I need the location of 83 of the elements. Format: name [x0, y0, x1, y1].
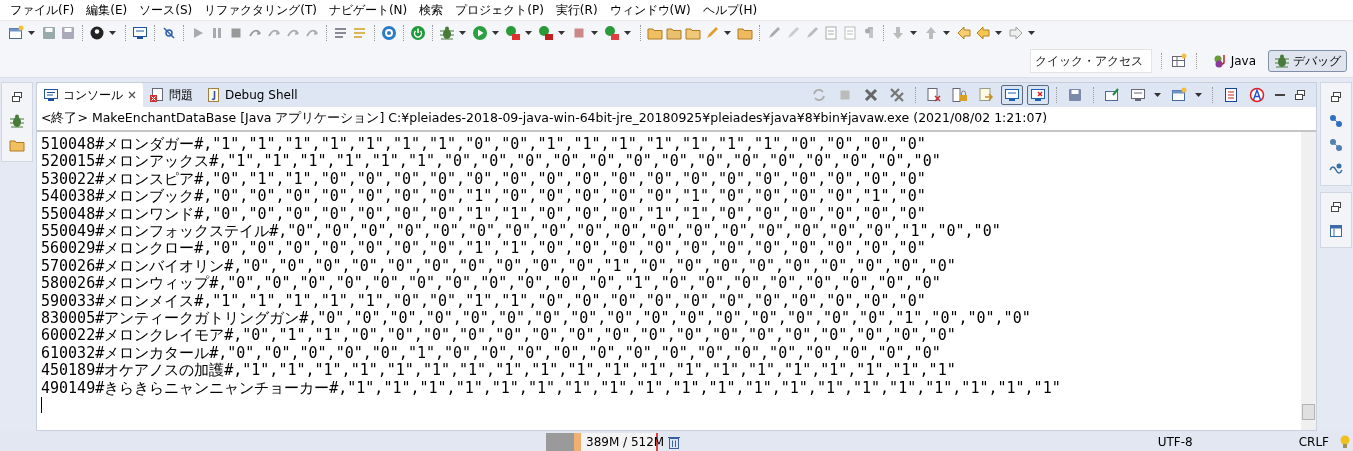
menu-item[interactable]: 検索	[413, 1, 450, 19]
perspective-button[interactable]: Java	[1205, 50, 1262, 72]
caret-icon[interactable]	[492, 31, 499, 35]
menu-item[interactable]: リファクタリング(T)	[198, 1, 323, 19]
power-icon[interactable]	[410, 25, 426, 41]
quick-access-field[interactable]: クイック・アクセス	[1029, 49, 1152, 73]
caret-icon[interactable]	[724, 31, 731, 35]
console-description: <終了> MakeEnchantDataBase [Java アプリケーション] C:¥pleiades-2018-09-java-win-64bit-jre_20180925¥pleiades¥java¥8¥bin¥javaw.exe (2021/08/02 1:21:07)	[37, 107, 1316, 132]
bug-icon[interactable]	[439, 25, 455, 41]
caret-icon[interactable]	[28, 31, 35, 35]
bug-icon	[1274, 53, 1290, 69]
caret-icon[interactable]	[943, 31, 950, 35]
encoding-label: UTF-8	[1157, 435, 1193, 449]
menu-item[interactable]: ヘルプ(H)	[696, 1, 764, 19]
menu-item[interactable]: ソース(S)	[133, 1, 199, 19]
caret-icon[interactable]	[459, 31, 466, 35]
caret-icon[interactable]	[1028, 31, 1035, 35]
caret-icon[interactable]	[624, 31, 631, 35]
view-tab[interactable]: コンソール	[37, 83, 143, 107]
view-tab[interactable]: Debug Shell	[199, 83, 304, 107]
save-icon[interactable]	[41, 25, 57, 41]
menu-item[interactable]: プロジェクト(P)	[449, 1, 550, 19]
menu-item[interactable]: ナビゲート(N)	[322, 1, 414, 19]
scroll-thumb[interactable]	[1302, 404, 1315, 420]
variables-icon[interactable]	[1328, 113, 1344, 129]
view-tab[interactable]: 問題	[143, 83, 199, 107]
console-line: 600022#メロンクレイモア#,"0","1","1","0","0","0","0","0","0","0","0","0","0","0","0","0","0","0","0","0"	[41, 327, 957, 345]
j-document-icon	[205, 87, 221, 103]
line-delimiter-label: CRLF	[1298, 435, 1329, 449]
back-star-icon[interactable]	[956, 25, 972, 41]
restore-icon[interactable]	[1328, 199, 1344, 215]
menu-item[interactable]: ファイル(F)	[4, 1, 81, 19]
console-line: 520015#メロンアックス#,"1","1","1","1","1","1","0","0","0","0","0","0","0","0","0","0","0","0","0","0"	[41, 153, 942, 171]
trash-icon[interactable]	[666, 434, 682, 450]
console-line: 450189#オケアノスの加護#,"1","1","1","1","1","1","1","1","1","1","1","1","1","1","1","1","1","1","1","1"	[41, 362, 957, 380]
caret-icon[interactable]	[1195, 93, 1202, 97]
document-error-icon	[149, 87, 165, 103]
bug-icon[interactable]	[9, 113, 25, 129]
expressions-icon[interactable]	[1328, 161, 1344, 177]
gear-icon[interactable]	[381, 25, 397, 41]
console-line: 580026#メロンウィップ#,"0","0","0","0","0","0","0","0","0","0","0","1","0","0","0","0","0","0","0","0"	[41, 275, 942, 293]
caret-icon[interactable]	[995, 31, 1002, 35]
perspective-button[interactable]: デバッグ	[1268, 50, 1347, 72]
vertical-scrollbar[interactable]	[1301, 132, 1316, 430]
menu-item[interactable]: ウィンドウ(W)	[603, 1, 697, 19]
folder-icon[interactable]	[685, 25, 701, 41]
console-line: 530022#メロンスピア#,"0","1","1","0","0","0","0","0","0","0","0","0","0","0","0","0","0","0","0","0"	[41, 170, 927, 188]
folder-icon[interactable]	[9, 137, 25, 153]
user-icon[interactable]	[89, 25, 105, 41]
caret-icon[interactable]	[910, 31, 917, 35]
caret-icon[interactable]	[1154, 93, 1161, 97]
monitor-icon	[43, 87, 59, 103]
close-icon[interactable]	[127, 90, 137, 100]
text-cursor	[41, 397, 42, 414]
restore-icon[interactable]	[9, 89, 25, 105]
menu-item[interactable]: 実行(R)	[549, 1, 604, 19]
maximize-icon[interactable]	[1292, 87, 1308, 103]
restore-icon[interactable]	[1328, 89, 1344, 105]
caret-icon[interactable]	[558, 31, 565, 35]
caret-icon[interactable]	[525, 31, 532, 35]
console-line: 830005#アンティークガトリングガン#,"0","0","0","0","0","0","0","0","0","0","0","0","0","0","0","0","1","0","0","0"	[41, 310, 1032, 328]
console-line: 560029#メロンクロー#,"0","0","0","0","0","0","0","1","1","0","0","0","0","0","0","0","0","0","0","0"	[41, 240, 927, 258]
menu-item[interactable]: 編集(E)	[80, 1, 134, 19]
folder-icon[interactable]	[666, 25, 682, 41]
breakpoints-icon[interactable]	[1328, 137, 1344, 153]
caret-icon[interactable]	[109, 31, 116, 35]
lines-icon[interactable]	[333, 25, 349, 41]
console-line: 510048#メロンダガー#,"1","1","1","1","1","1","1","0","0","1","1","1","1","1","1","1","0","0","0","0"	[41, 136, 927, 154]
console-line: 550049#メロンフォックステイル#,"0","0","0","0","0","0","0","0","0","0","0","0","0","0","0","0","0","1","0","0"	[41, 223, 1002, 241]
folder-icon[interactable]	[647, 25, 663, 41]
monitor-icon[interactable]	[132, 25, 148, 41]
new-window-icon[interactable]	[8, 25, 24, 41]
console-line: 610032#メロンカタール#,"0","0","0","0","0","1","0","0","0","0","0","0","0","0","0","0","0","0","0","0"	[41, 344, 942, 362]
folder-icon[interactable]	[737, 25, 753, 41]
slashed-link-icon[interactable]	[161, 25, 177, 41]
console-line: 570026#メロンバイオリン#,"0","0","0","0","0","0","0","0","0","0","1","0","0","0","0","0","0","0","0","0"	[41, 257, 957, 275]
open-perspective-icon[interactable]	[1170, 53, 1187, 69]
console-line: 590033#メロンメイス#,"1","1","1","1","1","0","0","1","1","0","0","0","0","0","0","0","0","0","0","0"	[41, 292, 927, 311]
caret-icon[interactable]	[591, 31, 598, 35]
console-line: 490149#きらきらニャンニャンチョーカー#,"1","1","1","1","1","1","1","1","1","1","1","1","1","1","1","1","1","1","1","1"	[41, 379, 1062, 398]
console-line: 540038#メロンブック#,"0","0","0","0","0","0","0","1","0","0","0","0","0","1","0","0","0","0","1","0"	[41, 188, 927, 206]
console-line: 550048#メロンワンド#,"0","0","0","0","0","0","0","1","1","0","0","0","1","1","0","0","0","0","0","0"	[41, 205, 927, 224]
panel-icon[interactable]	[1328, 223, 1344, 239]
